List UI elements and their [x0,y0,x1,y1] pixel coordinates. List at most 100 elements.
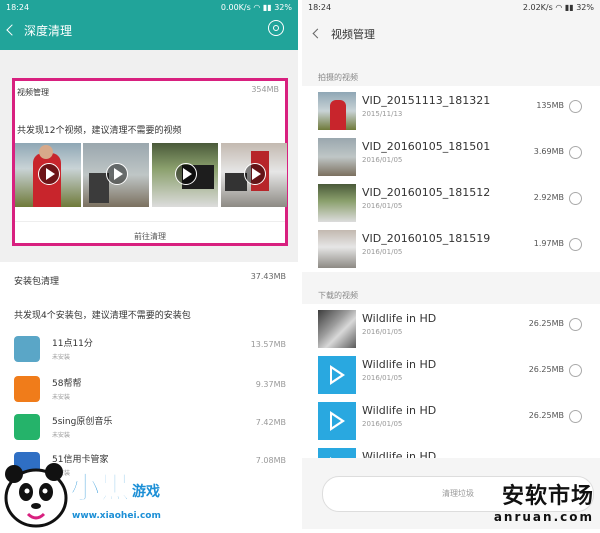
play-video-icon [318,402,356,440]
video-thumbnail[interactable] [83,143,149,207]
video-thumbnail[interactable] [15,143,81,207]
card-size: 354MB [251,85,279,94]
status-right: 0.00K/s ◠ ▮▮ 32% [221,3,292,12]
battery-level: 32% [274,3,292,12]
page-title: 深度清理 [6,22,73,39]
video-thumbnails [15,143,287,207]
video-name: VID_20160105_181501 [362,140,491,153]
video-name: Wildlife in HD [362,450,437,458]
anruan-watermark: 安软市场 anruan.com [494,478,594,524]
card-heading: 视频管理 [17,88,49,97]
go-clean-link[interactable]: 前往清理 [15,231,285,242]
table-row[interactable]: VID_20160105_181519 2016/01/05 1.97MB [302,226,600,271]
video-size: 26.25MB [528,365,564,374]
panda-logo-icon: 小黑 游戏 www.xiaohei.com [4,463,161,528]
select-checkbox[interactable] [569,238,582,251]
list-item[interactable]: 11点11分 未安装 13.57MB [0,330,298,370]
anruan-logo-url: anruan.com [493,510,594,524]
select-checkbox[interactable] [569,100,582,113]
table-row[interactable]: VID_20160105_181512 2016/01/05 2.92MB [302,180,600,225]
video-size: 26.25MB [528,319,564,328]
select-checkbox[interactable] [569,146,582,159]
video-name: VID_20160105_181512 [362,186,491,199]
video-size: 2.92MB [533,193,564,202]
xiaohei-watermark: 小黑 游戏 www.xiaohei.com [0,452,200,529]
battery-level: 32% [576,3,594,12]
anruan-logo-text: 安软市场 [501,484,594,509]
table-row[interactable]: Wildlife in HD 2016/01/05 26.25MB [302,398,600,443]
settings-icon[interactable] [268,20,284,36]
play-icon [106,163,128,185]
video-date: 2016/01/05 [362,156,403,164]
video-management-card[interactable]: 视频管理 354MB 共发现12个视频，建议清理不需要的视频 前往清理 [12,78,288,246]
table-row[interactable]: Wildlife in HD 2016/01/05 26.25MB [302,352,600,397]
play-video-icon [318,356,356,394]
section-label: 下载的视频 [318,291,358,300]
select-checkbox[interactable] [569,364,582,377]
status-time: 18:24 [6,3,30,12]
app-size: 7.42MB [255,418,286,427]
video-thumbnail[interactable] [221,143,287,207]
video-name: VID_20151113_181321 [362,94,491,107]
video-thumbnail [318,138,356,176]
music-icon [14,414,40,440]
back-icon[interactable] [6,24,18,36]
table-row[interactable]: VID_20160105_181501 2016/01/05 3.69MB [302,134,600,179]
app-size: 7.08MB [255,456,286,465]
app-name: 11点11分 [52,339,93,349]
wifi-icon: ◠ [253,3,261,12]
video-thumbnail [318,310,356,348]
play-icon [38,163,60,185]
app-size: 9.37MB [255,380,286,389]
video-thumbnail[interactable] [152,143,218,207]
video-size: 3.69MB [533,147,564,156]
list-item[interactable]: 58帮帮 未安装 9.37MB [0,370,298,410]
back-icon[interactable] [312,28,323,39]
58-icon [14,376,40,402]
app-name: 5sing原创音乐 [52,417,113,427]
select-checkbox[interactable] [569,318,582,331]
svg-text:小黑: 小黑 [70,471,130,506]
select-checkbox[interactable] [569,192,582,205]
play-icon [244,163,266,185]
section-size: 37.43MB [250,272,286,281]
app-status: 未安装 [52,432,71,439]
play-icon [175,163,197,185]
net-speed: 2.02K/s [522,3,553,12]
wifi-icon: ◠ [555,3,563,12]
page-title-text: 深度清理 [24,24,73,38]
net-speed: 0.00K/s [220,3,251,12]
table-row[interactable]: Wildlife in HD [302,444,600,458]
status-bar: 18:24 2.02K/s ◠ ▮▮ 32% [302,0,600,16]
video-date: 2016/01/05 [362,328,403,336]
video-date: 2016/01/05 [362,420,403,428]
video-size: 1.97MB [533,239,564,248]
video-size: 135MB [536,101,564,110]
video-date: 2016/01/05 [362,248,403,256]
divider [15,221,285,222]
video-management-screen: 18:24 2.02K/s ◠ ▮▮ 32% 视频管理 拍摄的视频 VID_20… [302,0,600,529]
page-title: 视频管理 [312,26,375,42]
video-thumbnail [318,92,356,130]
status-right: 2.02K/s ◠ ▮▮ 32% [523,3,594,12]
section-description: 共发现4个安装包，建议清理不需要的安装包 [14,311,191,321]
top-bar: 18:24 0.00K/s ◠ ▮▮ 32% 深度清理 [0,0,298,50]
owl-icon [14,336,40,362]
list-item[interactable]: 5sing原创音乐 未安装 7.42MB [0,408,298,448]
section-label: 拍摄的视频 [318,73,358,82]
top-bar: 18:24 2.02K/s ◠ ▮▮ 32% 视频管理 [302,0,600,50]
video-thumbnail [318,184,356,222]
video-name: VID_20160105_181519 [362,232,491,245]
signal-icon: ▮▮ [262,3,272,12]
table-row[interactable]: Wildlife in HD 2016/01/05 26.25MB [302,306,600,351]
video-name: Wildlife in HD [362,358,437,371]
svg-text:游戏: 游戏 [132,483,160,500]
select-checkbox[interactable] [569,410,582,423]
card-description: 共发现12个视频，建议清理不需要的视频 [17,126,182,136]
video-date: 2015/11/13 [362,110,403,118]
signal-icon: ▮▮ [564,3,574,12]
download-video-list: Wildlife in HD 2016/01/05 26.25MB Wildli… [302,304,600,458]
table-row[interactable]: VID_20151113_181321 2015/11/13 135MB [302,88,600,133]
app-name: 58帮帮 [52,379,82,389]
video-name: Wildlife in HD [362,404,437,417]
